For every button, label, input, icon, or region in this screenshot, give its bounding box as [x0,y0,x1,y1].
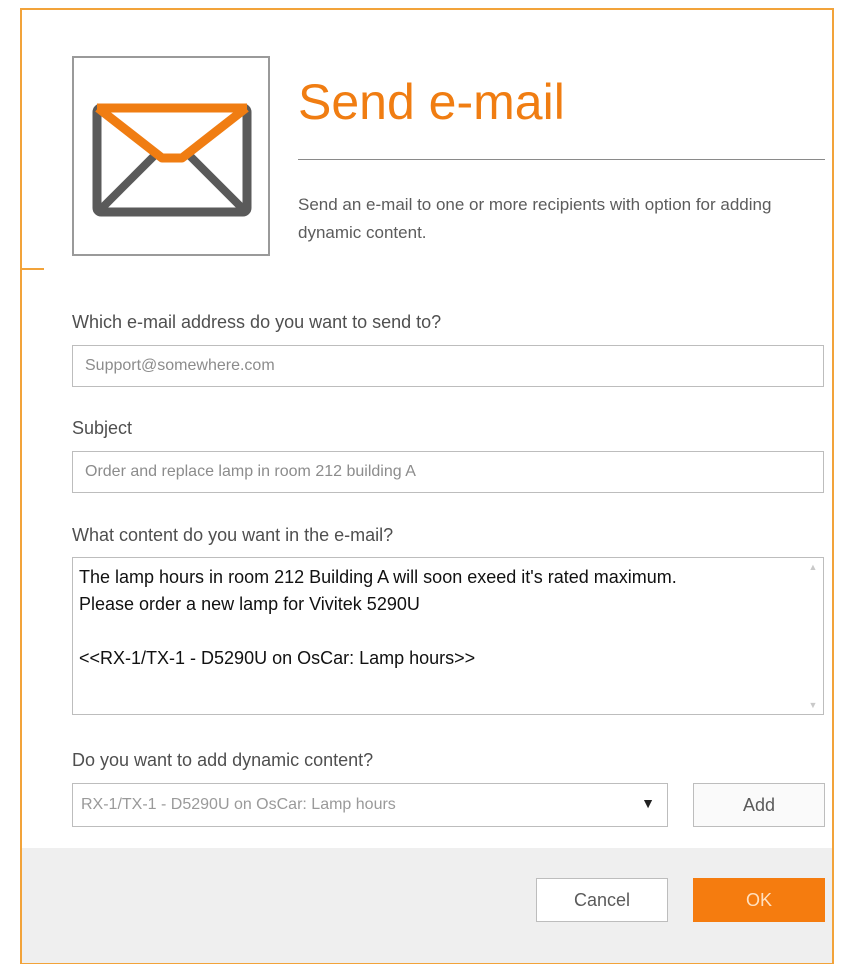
content-label: What content do you want in the e-mail? [72,525,394,545]
cancel-button[interactable]: Cancel [536,878,668,922]
envelope-icon-box [72,56,270,256]
scroll-up-arrow-icon[interactable]: ▲ [806,562,820,572]
scroll-down-arrow-icon[interactable]: ▼ [806,700,820,710]
left-accent-line [22,268,44,270]
ok-button[interactable]: OK [693,878,825,922]
dialog-title: Send e-mail [298,74,565,130]
dialog-description: Send an e-mail to one or more recipients… [298,195,772,242]
add-button[interactable]: Add [693,783,825,827]
content-textarea[interactable]: The lamp hours in room 212 Building A wi… [72,557,824,715]
subject-label: Subject [72,418,133,438]
email-field[interactable] [72,345,824,387]
dynamic-content-selected: RX-1/TX-1 - D5290U on OsCar: Lamp hours [81,796,396,813]
dynamic-content-select[interactable]: RX-1/TX-1 - D5290U on OsCar: Lamp hours … [72,783,668,827]
subject-field[interactable] [72,451,824,493]
envelope-icon [92,103,252,217]
dropdown-arrow-icon[interactable]: ▼ [641,795,655,811]
dynamic-content-label: Do you want to add dynamic content? [72,750,374,770]
send-email-dialog: Send e-mail Send an e-mail to one or mor… [20,8,834,964]
title-divider [298,159,825,160]
email-label: Which e-mail address do you want to send… [72,312,442,332]
